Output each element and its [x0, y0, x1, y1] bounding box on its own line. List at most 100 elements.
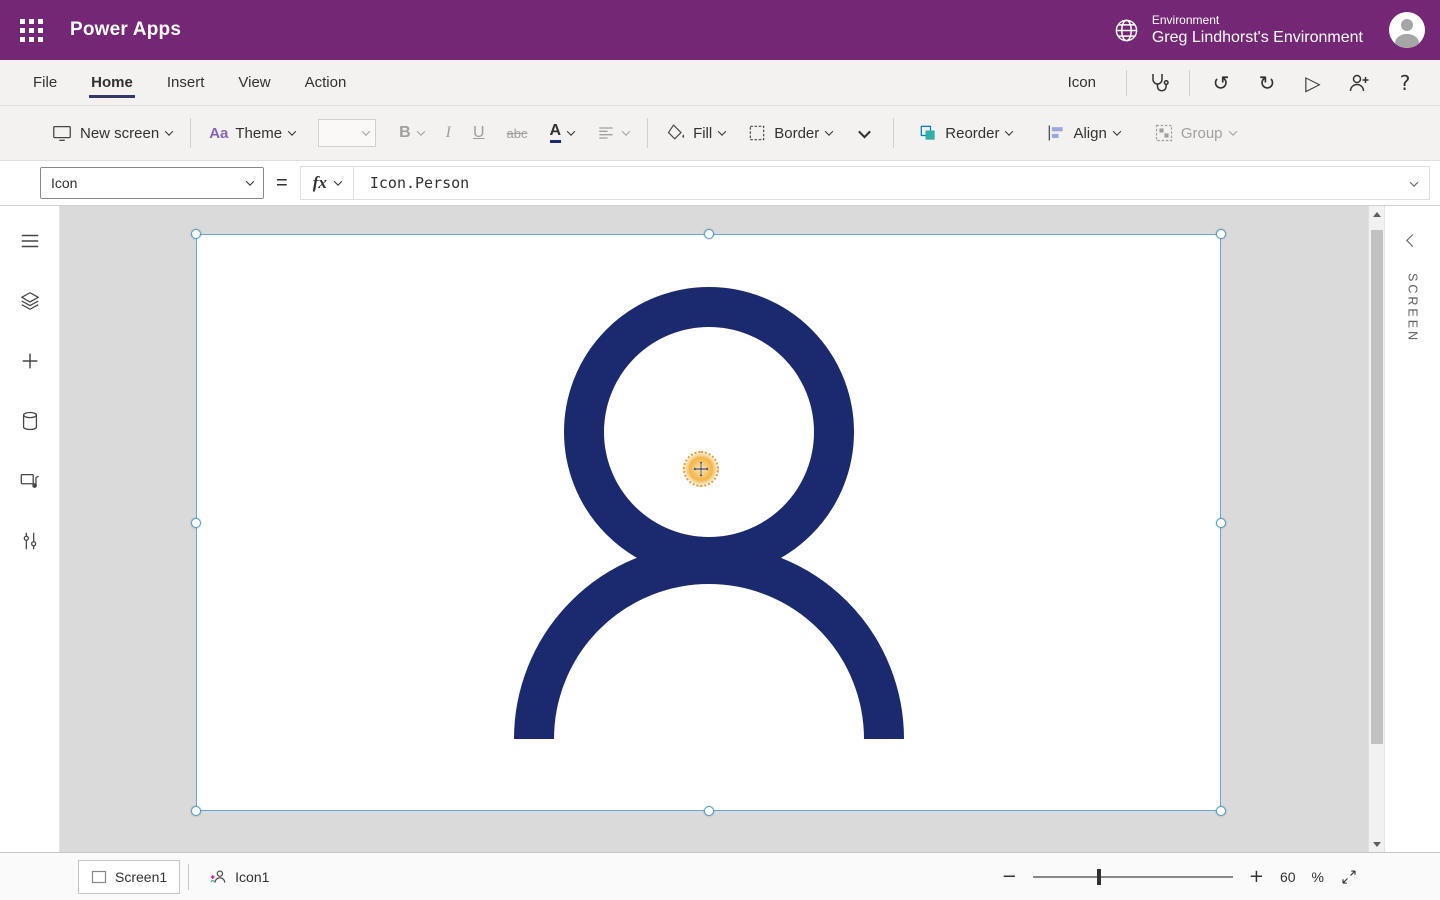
fill-button[interactable]: Fill	[655, 112, 736, 154]
selection-handle-bottom-right[interactable]	[1216, 806, 1226, 816]
tree-view-button[interactable]	[17, 228, 43, 254]
status-bar: Screen1 Icon1 − + 60 %	[0, 852, 1440, 900]
zoom-slider[interactable]	[1033, 876, 1233, 878]
divider	[1189, 70, 1190, 96]
fit-to-window-button[interactable]	[1340, 868, 1358, 886]
canvas[interactable]	[60, 206, 1368, 852]
share-add-person-button[interactable]	[1336, 63, 1382, 103]
new-screen-button[interactable]: New screen	[40, 112, 183, 154]
selection-handle-mid-right[interactable]	[1216, 518, 1226, 528]
menu-file[interactable]: File	[16, 60, 74, 105]
menu-action[interactable]: Action	[288, 60, 364, 105]
font-size-select[interactable]	[318, 119, 376, 147]
font-color-button[interactable]: A	[539, 112, 586, 154]
menu-home[interactable]: Home	[74, 60, 150, 105]
chevron-down-icon	[362, 127, 370, 135]
property-select[interactable]: Icon	[40, 167, 264, 199]
strikethrough-button[interactable]: abc	[496, 112, 539, 154]
advanced-tools-button[interactable]	[17, 528, 43, 554]
reorder-icon	[918, 123, 938, 143]
insert-button[interactable]	[17, 348, 43, 374]
preview-play-button[interactable]: ▷	[1290, 63, 1336, 103]
app-title: Power Apps	[70, 19, 181, 41]
more-formatting-button[interactable]	[849, 112, 880, 154]
formula-expand-button[interactable]	[1399, 174, 1429, 192]
reorder-button[interactable]: Reorder	[907, 112, 1023, 154]
text-align-button[interactable]	[585, 112, 640, 154]
waffle-menu-button[interactable]	[0, 0, 62, 60]
help-icon: ?	[1400, 71, 1411, 95]
screens-button[interactable]	[17, 288, 43, 314]
border-button[interactable]: Border	[736, 112, 843, 154]
sliders-icon	[19, 530, 41, 552]
divider	[188, 864, 189, 890]
power-apps-studio: Power Apps Environment Greg Lindhorst's …	[0, 0, 1440, 900]
theme-button[interactable]: Aa Theme	[198, 112, 306, 154]
divider	[1126, 70, 1127, 96]
stethoscope-icon	[1146, 71, 1170, 95]
align-label: Align	[1073, 125, 1106, 142]
zoom-value: 60	[1280, 869, 1296, 885]
italic-button[interactable]: I	[435, 112, 462, 154]
divider	[893, 118, 894, 148]
selected-control-type-label: Icon	[1068, 74, 1096, 91]
bold-label: B	[399, 124, 411, 142]
person-icon[interactable]	[197, 235, 1222, 812]
environment-switcher[interactable]: Environment Greg Lindhorst's Environment	[1113, 13, 1363, 48]
menu-bar: File Home Insert View Action Icon ↺ ↻ ▷	[0, 60, 1440, 106]
app-checker-button[interactable]	[1135, 63, 1181, 103]
screen-artboard[interactable]	[196, 234, 1221, 811]
selection-handle-top-right[interactable]	[1216, 229, 1226, 239]
undo-button[interactable]: ↺	[1198, 63, 1244, 103]
group-button[interactable]: Group	[1143, 112, 1247, 154]
selection-handle-bottom-center[interactable]	[704, 806, 714, 816]
tab-icon1[interactable]: Icon1	[197, 860, 281, 894]
environment-info: Environment Greg Lindhorst's Environment	[1152, 13, 1363, 48]
selection-handle-bottom-left[interactable]	[191, 806, 201, 816]
scroll-down-button[interactable]	[1369, 836, 1385, 852]
chevron-left-icon[interactable]	[1406, 234, 1419, 247]
border-label: Border	[774, 125, 819, 142]
icon1-label: Icon1	[235, 869, 269, 885]
avatar-head	[1401, 19, 1413, 31]
zoom-slider-handle[interactable]	[1097, 869, 1101, 885]
database-icon	[19, 410, 41, 432]
main-area: SCREEN	[0, 206, 1440, 852]
selection-handle-top-left[interactable]	[191, 229, 201, 239]
menu-insert[interactable]: Insert	[150, 60, 222, 105]
fx-button[interactable]: fx	[301, 167, 354, 199]
scrollbar-thumb[interactable]	[1371, 230, 1383, 744]
scroll-up-button[interactable]	[1369, 206, 1385, 222]
data-sources-button[interactable]	[17, 408, 43, 434]
move-arrows-icon	[692, 460, 710, 478]
header-right: Environment Greg Lindhorst's Environment	[1113, 12, 1440, 48]
chevron-down-icon	[246, 177, 254, 185]
divider	[190, 118, 191, 148]
chevron-down-icon	[288, 127, 296, 135]
font-color-icon: A	[550, 123, 562, 143]
play-icon: ▷	[1305, 71, 1320, 95]
help-button[interactable]: ?	[1382, 63, 1428, 103]
tab-screen1[interactable]: Screen1	[78, 860, 180, 894]
chevron-down-icon	[825, 127, 833, 135]
chevron-down-icon	[622, 127, 630, 135]
zoom-out-button[interactable]: −	[1002, 866, 1017, 887]
align-button[interactable]: Align	[1035, 112, 1130, 154]
chevron-down-icon	[1228, 127, 1236, 135]
underline-button[interactable]: U	[462, 112, 496, 154]
bold-button[interactable]: B	[388, 112, 435, 154]
redo-button[interactable]: ↻	[1244, 63, 1290, 103]
menu-view[interactable]: View	[221, 60, 287, 105]
formula-input[interactable]: Icon.Person	[354, 174, 1399, 192]
fx-icon: fx	[313, 173, 327, 193]
selection-handle-top-center[interactable]	[704, 229, 714, 239]
chevron-down-icon	[1005, 127, 1013, 135]
redo-icon: ↻	[1259, 71, 1276, 95]
selection-handle-mid-left[interactable]	[191, 518, 201, 528]
avatar-body	[1395, 34, 1419, 48]
zoom-in-button[interactable]: +	[1249, 866, 1264, 887]
chevron-down-icon	[1113, 127, 1121, 135]
account-avatar[interactable]	[1389, 12, 1425, 48]
media-button[interactable]	[17, 468, 43, 494]
canvas-scrollbar[interactable]	[1368, 206, 1384, 852]
